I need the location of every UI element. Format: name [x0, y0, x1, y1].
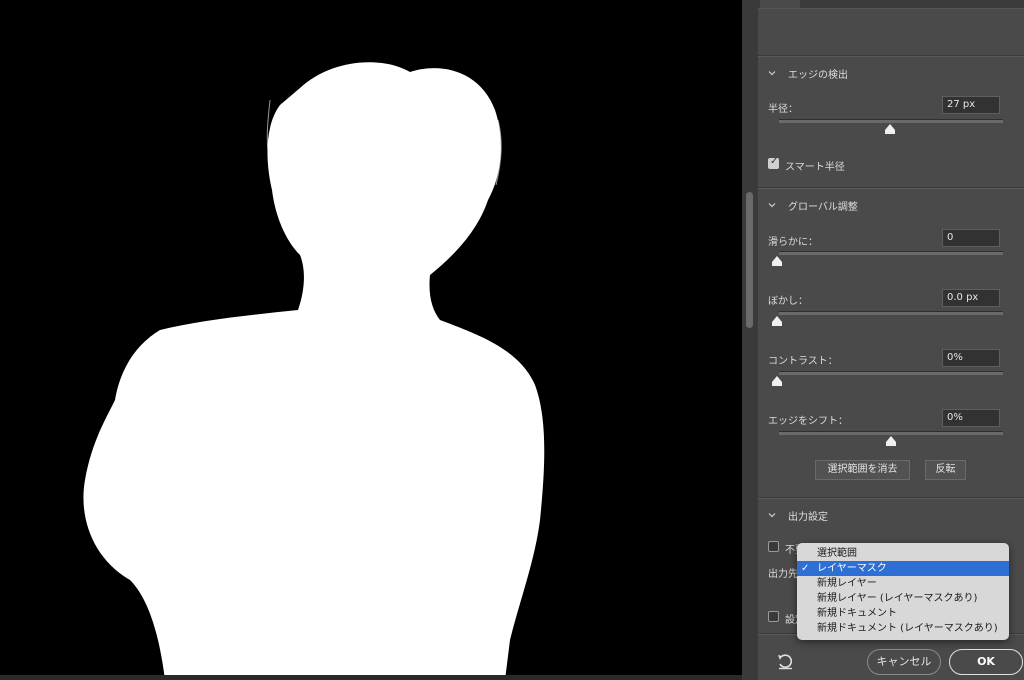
panel-tab-strip	[758, 0, 1024, 9]
menu-item-new-document-with-mask[interactable]: 新規ドキュメント (レイヤーマスクあり)	[797, 621, 1009, 636]
radius-input[interactable]: 27 px	[942, 96, 1000, 114]
menu-item-layer-mask[interactable]: レイヤーマスク	[797, 561, 1009, 576]
scrollbar-thumb[interactable]	[746, 192, 753, 328]
invert-button[interactable]: 反転	[925, 460, 966, 480]
section-title: 出力設定	[788, 511, 828, 523]
feather-label: ぼかし：	[768, 296, 808, 307]
feather-input[interactable]: 0.0 px	[942, 289, 1000, 307]
remember-settings-checkbox[interactable]	[768, 611, 779, 622]
contrast-slider-track[interactable]	[779, 371, 1003, 375]
smooth-label: 滑らかに：	[768, 237, 818, 248]
smooth-slider-handle[interactable]	[772, 256, 782, 266]
radius-slider-handle[interactable]	[885, 124, 895, 134]
shift-edge-label: エッジをシフト：	[768, 416, 848, 427]
smart-radius-label: スマート半径	[785, 162, 845, 173]
mask-preview-canvas[interactable]	[0, 0, 742, 680]
canvas-bottom-bar	[0, 675, 742, 680]
divider	[758, 187, 1024, 189]
menu-item-new-document[interactable]: 新規ドキュメント	[797, 606, 1009, 621]
chevron-down-icon	[768, 513, 776, 518]
contrast-label: コントラスト：	[768, 356, 838, 367]
ok-button[interactable]: OK	[949, 649, 1023, 675]
decontaminate-checkbox[interactable]	[768, 541, 779, 552]
vertical-scrollbar[interactable]	[742, 0, 758, 680]
smooth-slider-track[interactable]	[779, 251, 1003, 255]
feather-slider-track[interactable]	[779, 311, 1003, 315]
radius-slider-track[interactable]	[779, 119, 1003, 123]
feather-slider-handle[interactable]	[772, 316, 782, 326]
radius-label: 半径：	[768, 104, 798, 115]
section-title: エッジの検出	[788, 69, 848, 81]
shift-edge-slider-track[interactable]	[779, 431, 1003, 435]
chevron-down-icon	[768, 203, 776, 208]
chevron-down-icon	[768, 71, 776, 76]
contrast-slider-handle[interactable]	[772, 376, 782, 386]
menu-item-new-layer[interactable]: 新規レイヤー	[797, 576, 1009, 591]
output-to-label: 出力先	[768, 569, 798, 580]
section-edge-detect-header[interactable]: エッジの検出	[768, 64, 848, 82]
shift-edge-input[interactable]: 0%	[942, 409, 1000, 427]
reset-icon[interactable]	[777, 654, 794, 670]
menu-item-selection[interactable]: 選択範囲	[797, 546, 1009, 561]
person-silhouette-mask	[83, 62, 545, 680]
smart-radius-checkbox[interactable]	[768, 156, 779, 169]
output-to-dropdown-menu[interactable]: 選択範囲 レイヤーマスク 新規レイヤー 新規レイヤー (レイヤーマスクあり) 新…	[797, 543, 1009, 640]
section-output-header[interactable]: 出力設定	[768, 506, 828, 524]
cancel-button[interactable]: キャンセル	[867, 649, 941, 675]
shift-edge-slider-handle[interactable]	[886, 436, 896, 446]
smooth-input[interactable]: 0	[942, 229, 1000, 247]
divider	[758, 55, 1024, 57]
contrast-input[interactable]: 0%	[942, 349, 1000, 367]
section-global-header[interactable]: グローバル調整	[768, 196, 858, 214]
divider	[758, 497, 1024, 499]
menu-item-new-layer-with-mask[interactable]: 新規レイヤー (レイヤーマスクあり)	[797, 591, 1009, 606]
panel-tab[interactable]	[760, 0, 800, 8]
section-title: グローバル調整	[788, 201, 858, 213]
clear-selection-button[interactable]: 選択範囲を消去	[815, 460, 910, 480]
